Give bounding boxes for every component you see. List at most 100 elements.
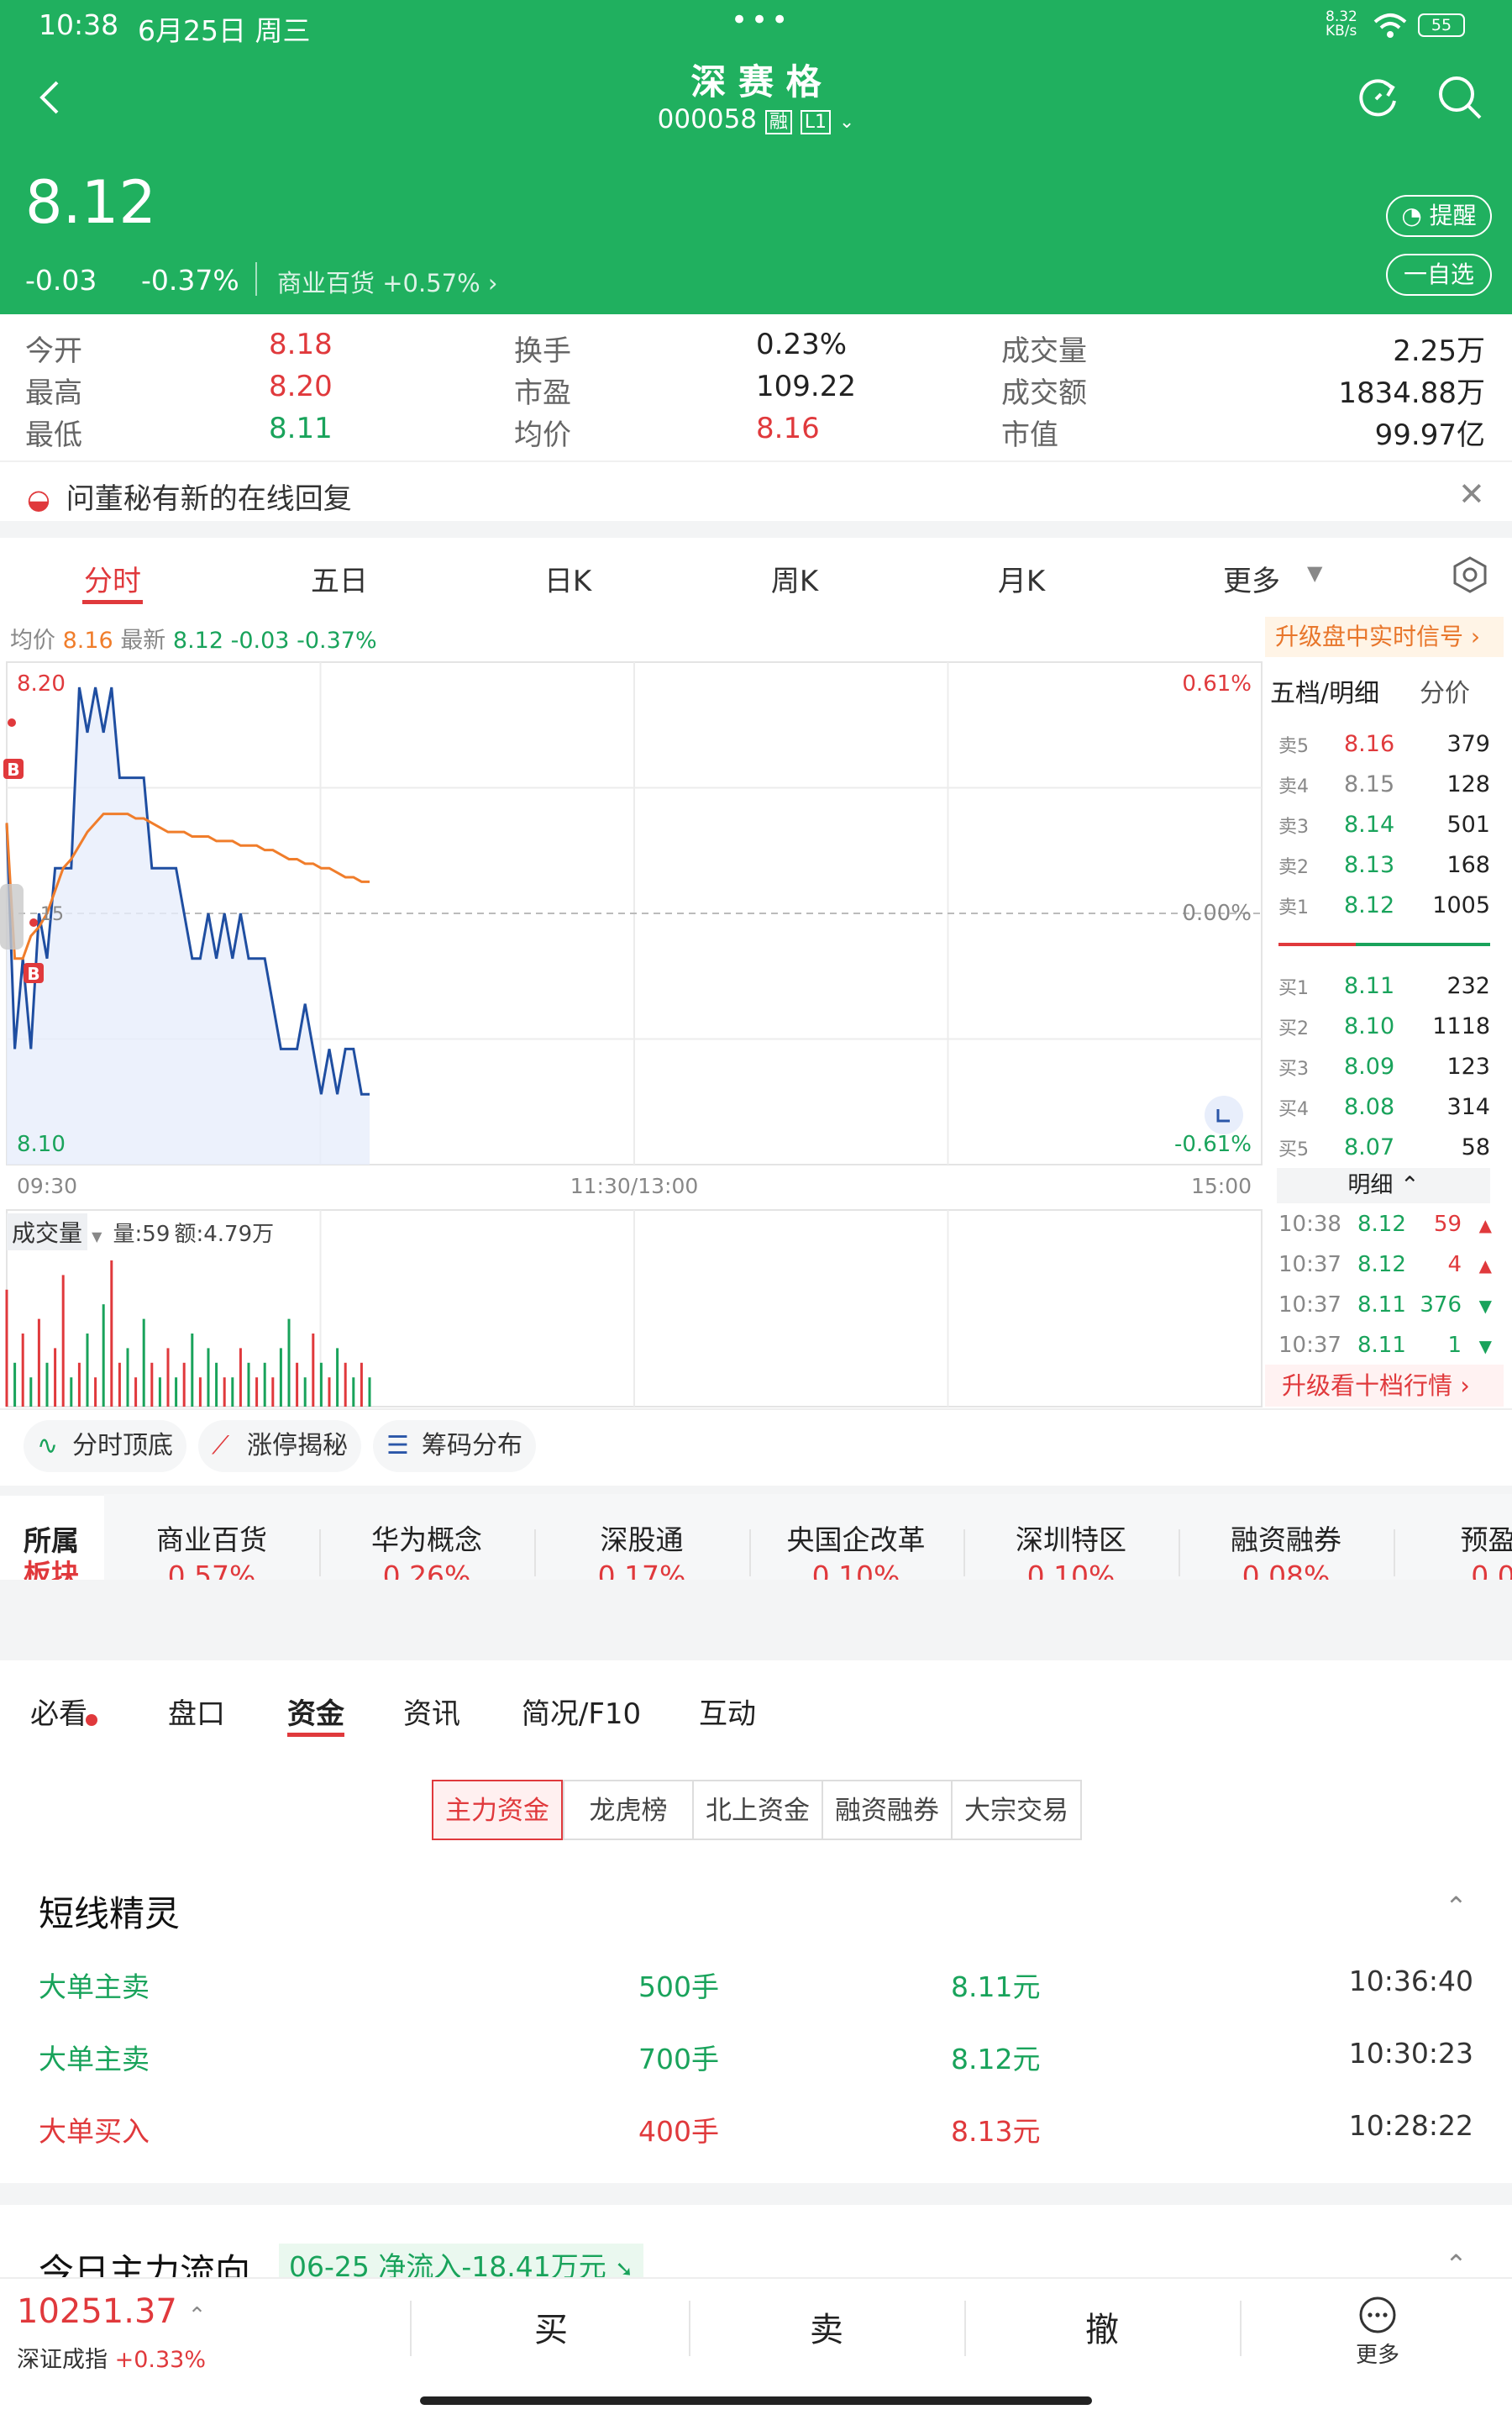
volume-selector[interactable]: 成交量 — [7, 1213, 88, 1250]
index-info: 深证成指 +0.33% — [17, 2341, 206, 2374]
tab-2[interactable]: 五日 — [272, 558, 407, 599]
tab-6[interactable]: 更多 — [1184, 558, 1319, 599]
buy-level-row[interactable]: 买2 8.10 1118 — [1277, 1007, 1495, 1047]
segment-4[interactable]: 融资融券 — [822, 1780, 953, 1840]
subtab-1[interactable]: 必看 — [0, 1691, 134, 1732]
sector-item-name[interactable]: 预盈预 — [1401, 1518, 1512, 1558]
collapse-icon[interactable]: ⌃ — [1445, 1891, 1467, 1923]
buy-level-row[interactable]: 买3 8.09 123 — [1277, 1047, 1495, 1087]
intraday-chart[interactable]: B B 8.20 8.10 0.61% 0.00% -0.61% 15 09:30 11:30/1… — [0, 655, 1268, 1412]
level-label: 买2 — [1278, 1018, 1309, 1039]
volume-bar — [336, 1348, 339, 1407]
buy-level-row[interactable]: 买1 8.11 232 — [1277, 966, 1495, 1007]
volume-bar — [158, 1377, 161, 1407]
sell-level-row[interactable]: 卖1 8.12 1005 — [1277, 886, 1495, 926]
tab-3[interactable]: 日K — [501, 558, 635, 599]
sector-name: 商业百货 — [277, 269, 375, 297]
tool-chip-limit-up[interactable]: ⟋ 涨停揭秘 — [198, 1420, 361, 1472]
orderbook-tab-active[interactable]: 五档/明细 — [1270, 672, 1379, 709]
volume-bar — [166, 1348, 170, 1407]
sector-item-name[interactable]: 深股通 — [541, 1518, 743, 1558]
settings-icon[interactable] — [1452, 555, 1488, 595]
search-icon[interactable] — [1436, 74, 1483, 121]
volume-bar — [54, 1348, 57, 1407]
orderbook-tab-price[interactable]: 分价 — [1420, 672, 1470, 709]
buy-marker-text: B — [27, 964, 39, 984]
sell-level-row[interactable]: 卖4 8.15 128 — [1277, 765, 1495, 805]
more-dots-icon[interactable]: ••• — [731, 3, 791, 37]
sell-button[interactable]: 卖 — [701, 2302, 953, 2351]
sector-link[interactable]: 商业百货 +0.57% › — [277, 264, 498, 299]
sell-level-row[interactable]: 卖3 8.14 501 — [1277, 805, 1495, 845]
volume-bar — [70, 1377, 73, 1407]
more-button[interactable]: 更多 — [1336, 2296, 1420, 2369]
sector-item-name[interactable]: 融资融券 — [1185, 1518, 1387, 1558]
divider — [1394, 1529, 1395, 1576]
stat-label: 今开 — [25, 334, 82, 368]
sell-level-row[interactable]: 卖5 8.16 379 — [1277, 724, 1495, 765]
battery-level: 55 — [1431, 16, 1452, 34]
stock-code: 000058 — [657, 104, 758, 134]
y-tick-left: 8.20 — [17, 671, 66, 697]
avg-label: 均价 — [10, 628, 55, 654]
buy-level-row[interactable]: 买4 8.08 314 — [1277, 1087, 1495, 1128]
tab-1[interactable]: 分时 — [45, 558, 180, 599]
watchlist-button[interactable]: 一自选 — [1386, 254, 1492, 296]
alert-button[interactable]: ◔ 提醒 — [1386, 195, 1492, 237]
tick-volume: 376 — [1420, 1292, 1462, 1318]
tick-time: 10:37 — [1278, 1292, 1341, 1318]
home-indicator[interactable] — [420, 2396, 1092, 2405]
signal-row[interactable]: 大单主卖 700手 8.12元 10:30:23 — [0, 2022, 1512, 2089]
stat-value: 8.20 — [269, 370, 333, 403]
tool-chip-top-bottom[interactable]: ∿ 分时顶底 — [24, 1420, 186, 1472]
stat-value: 8.18 — [269, 328, 333, 361]
tab-5[interactable]: 月K — [954, 558, 1089, 599]
sector-item-name[interactable]: 央国企改革 — [755, 1518, 957, 1558]
price-area — [7, 687, 370, 1165]
sector-item-name[interactable]: 商业百货 — [111, 1518, 312, 1558]
back-icon[interactable] — [37, 79, 62, 116]
detail-toggle[interactable]: 明细 ⌃ — [1277, 1168, 1490, 1203]
refresh-icon[interactable] — [1357, 76, 1401, 119]
sector-item-name[interactable]: 深圳特区 — [970, 1518, 1172, 1558]
segment-5[interactable]: 大宗交易 — [951, 1780, 1082, 1840]
latest-label: 最新 — [120, 628, 166, 654]
notice-bar[interactable]: ◒ 问董秘有新的在线回复 — [27, 476, 352, 517]
level-price: 8.11 — [1344, 973, 1395, 999]
signal-row[interactable]: 大单主卖 500手 8.11元 10:36:40 — [0, 1949, 1512, 2017]
volume-bar — [247, 1362, 250, 1407]
tick-price: 8.12 — [1357, 1212, 1406, 1237]
tab-4[interactable]: 周K — [727, 558, 862, 599]
signal-row[interactable]: 大单买入 400手 8.13元 10:28:22 — [0, 2094, 1512, 2161]
subtab-4[interactable]: 资讯 — [356, 1691, 507, 1732]
volume-bar — [328, 1377, 331, 1407]
status-date: 6月25日 周三 — [138, 14, 311, 47]
sector-item-name[interactable]: 华为概念 — [326, 1518, 528, 1558]
volume-legend[interactable]: 成交量 ▼ 量:59 额:4.79万 — [7, 1213, 274, 1250]
section-gap — [0, 1580, 1512, 1660]
detail-label: 明细 — [1347, 1172, 1394, 1198]
segment-2[interactable]: 龙虎榜 — [563, 1780, 694, 1840]
segment-3[interactable]: 北上资金 — [692, 1780, 823, 1840]
stock-code-row[interactable]: 000058 融 L1 ⌄ — [588, 104, 924, 134]
subtab-6[interactable]: 互动 — [652, 1691, 803, 1732]
cancel-order-button[interactable]: 撤 — [976, 2302, 1228, 2351]
upgrade-level-link[interactable]: 升级看十档行情 › — [1265, 1365, 1504, 1407]
tick-volume: 4 — [1447, 1252, 1462, 1277]
upgrade-signal-link[interactable]: 升级盘中实时信号 › — [1265, 617, 1504, 657]
index-ticker[interactable]: 10251.37 ⌃ — [17, 2292, 206, 2331]
trend-icon: ∿ — [37, 1431, 59, 1460]
collapse-icon[interactable]: ⌃ — [1445, 2249, 1467, 2281]
volume-bar — [126, 1348, 129, 1407]
segment-1[interactable]: 主力资金 — [432, 1780, 563, 1840]
buy-button[interactable]: 买 — [425, 2302, 677, 2351]
tool-chip-chips[interactable]: ☰ 筹码分布 — [373, 1420, 536, 1472]
volume-bar — [175, 1377, 178, 1407]
sell-level-row[interactable]: 卖2 8.13 168 — [1277, 845, 1495, 886]
divider — [0, 460, 1512, 462]
subtab-5[interactable]: 简况/F10 — [506, 1691, 657, 1732]
buy-level-row[interactable]: 买5 8.07 58 — [1277, 1128, 1495, 1168]
volume-bar — [86, 1334, 89, 1407]
close-icon[interactable]: ✕ — [1458, 476, 1485, 513]
level-label: 卖3 — [1278, 817, 1309, 838]
